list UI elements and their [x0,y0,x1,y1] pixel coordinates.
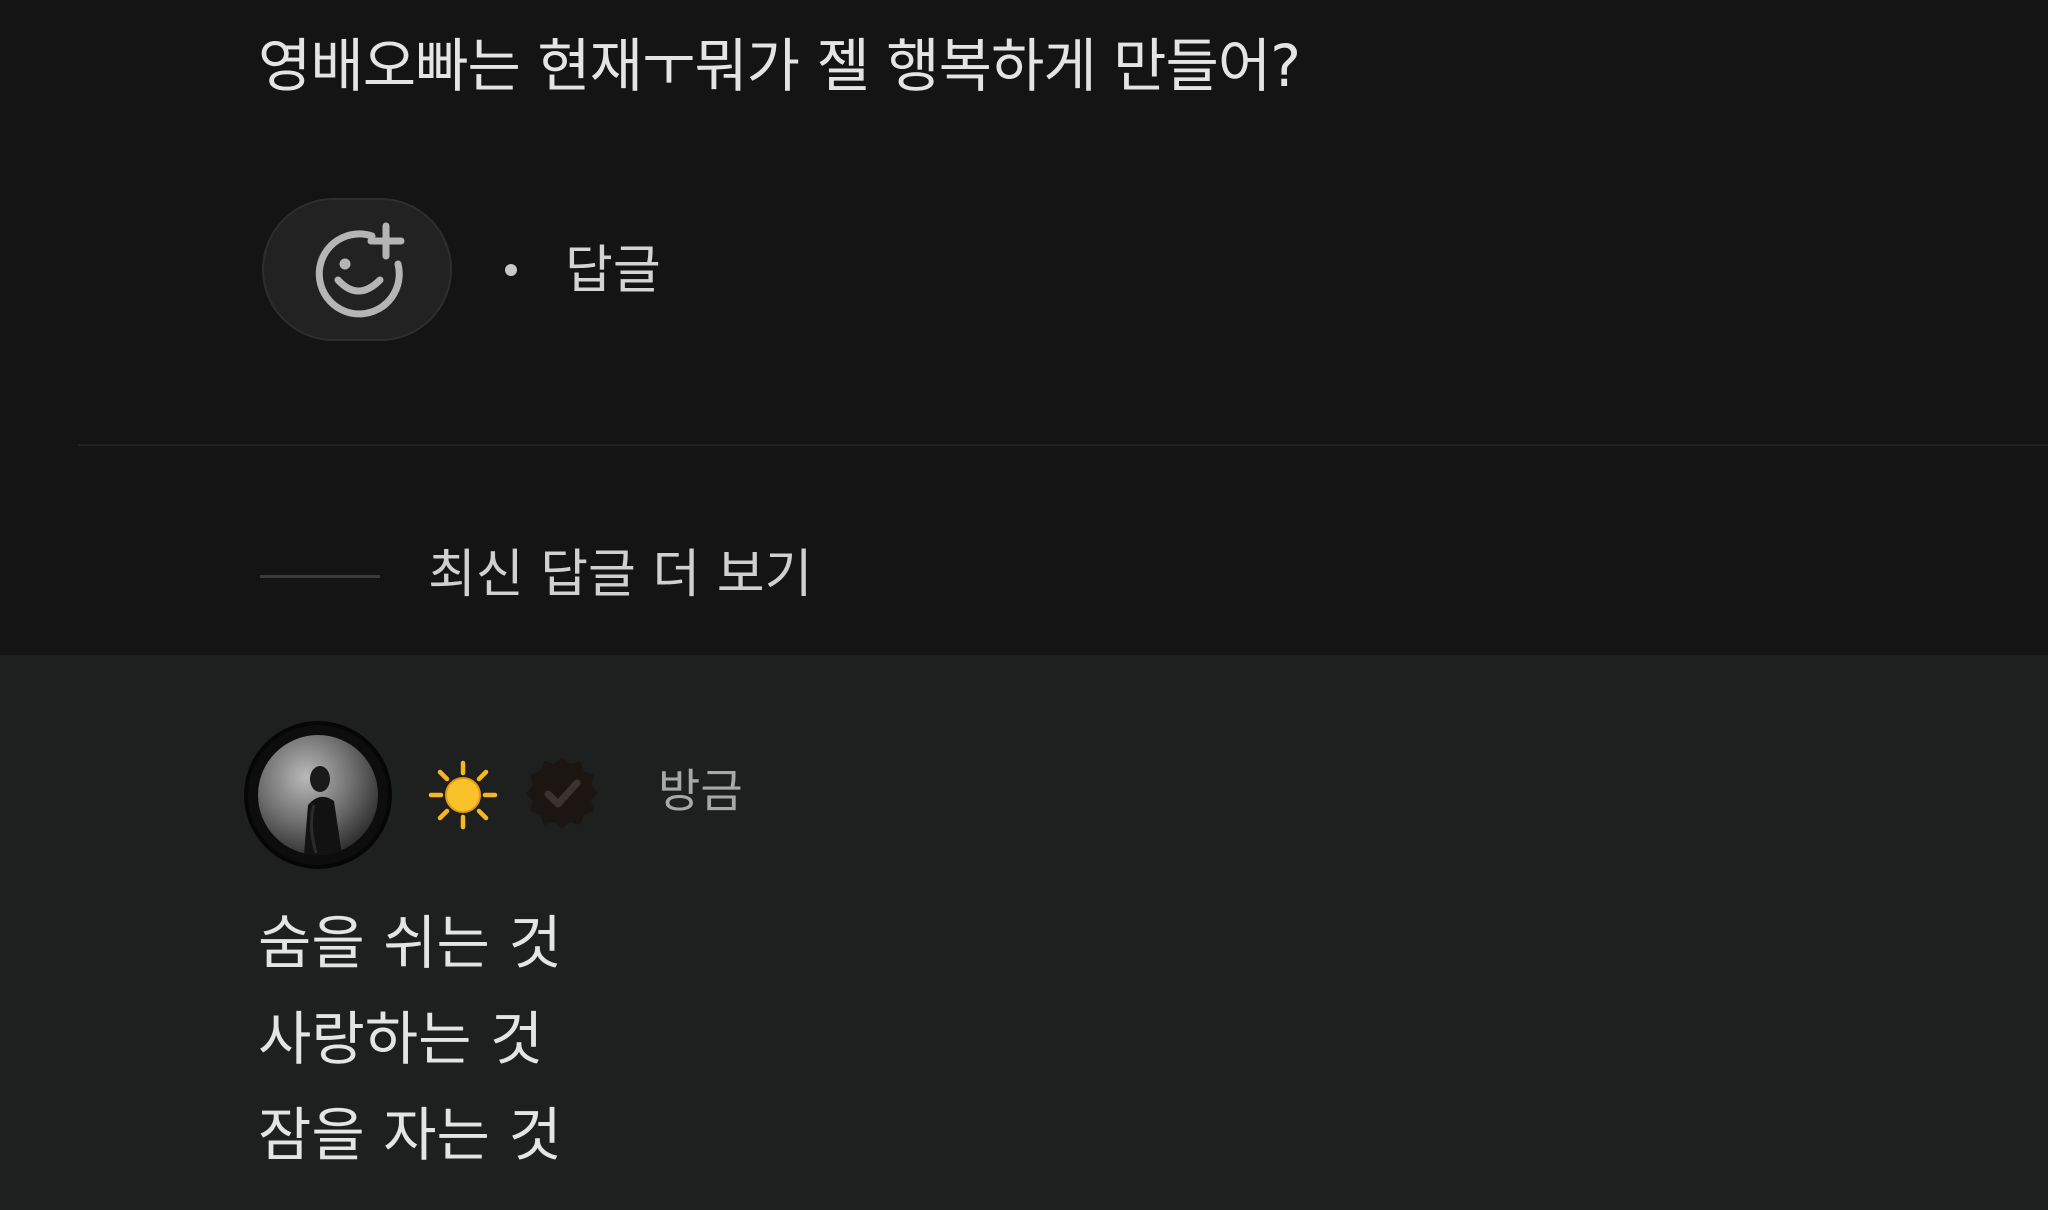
sun-icon [428,760,498,830]
thread-indent-line [260,575,380,578]
reply-line: 사랑하는 것 [258,1005,544,1073]
reply-item: 방금 숨을 쉬는 것 사랑하는 것 잠을 자는 것 [0,655,2048,1210]
comment-thread-screen: 영배오빠는 현재ㅜ뭐가 젤 행복하게 만들어? 답글 최신 답글 더 보기 방금… [0,0,2048,1210]
verified-badge-icon [526,757,598,829]
reply-line: 숨을 쉬는 것 [258,909,562,977]
reply-line: 잠을 자는 것 [258,1101,562,1169]
more-replies-button[interactable]: 최신 답글 더 보기 [428,538,812,612]
dot-separator [505,264,517,276]
avatar[interactable] [244,721,392,869]
divider [78,444,2048,446]
avatar-photo [258,735,378,855]
add-reaction-icon [315,222,405,318]
reply-text: 숨을 쉬는 것 사랑하는 것 잠을 자는 것 [258,895,562,1183]
comment-text: 영배오빠는 현재ㅜ뭐가 젤 행복하게 만들어? [258,32,1301,100]
timestamp: 방금 [658,764,743,818]
reply-button[interactable]: 답글 [565,236,661,306]
add-reaction-button[interactable] [262,198,452,341]
parent-comment: 영배오빠는 현재ㅜ뭐가 젤 행복하게 만들어? 답글 최신 답글 더 보기 [0,0,2048,655]
